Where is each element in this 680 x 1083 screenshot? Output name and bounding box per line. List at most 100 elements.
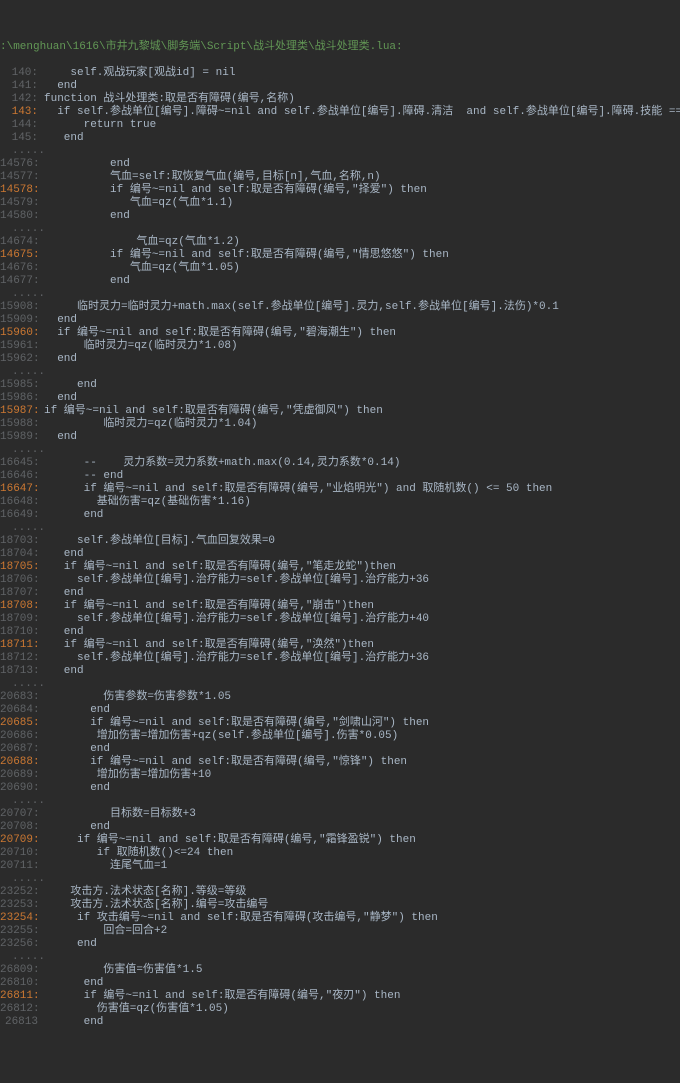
line-number: 15988: <box>0 418 44 431</box>
line-number: 16647: <box>0 483 44 496</box>
line-text: end <box>44 587 84 599</box>
line-number: 20709: <box>0 834 44 847</box>
code-line: 15985: end <box>0 379 680 392</box>
code-line: 18703: self.参战单位[目标].气血回复效果=0 <box>0 535 680 548</box>
line-number: 15989: <box>0 431 44 444</box>
line-number: 14578: <box>0 184 44 197</box>
line-number: 20686: <box>0 730 44 743</box>
line-text: 气血=qz(气血*1.2) <box>44 236 240 248</box>
line-number: 141: <box>0 80 44 93</box>
code-line: 26809: 伤害值=伤害值*1.5 <box>0 964 680 977</box>
line-text: if 攻击编号~=nil and self:取是否有障碍(攻击编号,"静梦") … <box>44 912 438 924</box>
line-number: 14677: <box>0 275 44 288</box>
line-text: if 编号~=nil and self:取是否有障碍(编号,"崩击")then <box>44 600 374 612</box>
line-number: 20688: <box>0 756 44 769</box>
line-text: end <box>44 392 77 404</box>
line-number: 15960: <box>0 327 44 340</box>
code-line: 16646: -- end <box>0 470 680 483</box>
code-line: 15908: 临时灵力=临时灵力+math.max(self.参战单位[编号].… <box>0 301 680 314</box>
line-number: 15985: <box>0 379 44 392</box>
line-number: 23252: <box>0 886 44 899</box>
line-number: 143: <box>0 106 44 119</box>
code-line: 20689: 增加伤害=增加伤害+10 <box>0 769 680 782</box>
line-text: 临时灵力=临时灵力+math.max(self.参战单位[编号].灵力,self… <box>44 301 559 313</box>
code-line: 18706: self.参战单位[编号].治疗能力=self.参战单位[编号].… <box>0 574 680 587</box>
line-number: 14674: <box>0 236 44 249</box>
line-number: 23255: <box>0 925 44 938</box>
line-number: 15986: <box>0 392 44 405</box>
line-text: if 编号~=nil and self:取是否有障碍(编号,"碧海潮生") th… <box>44 327 396 339</box>
line-text: if 编号~=nil and self:取是否有障碍(编号,"业焰明光") an… <box>44 483 552 495</box>
fold-marker: ..... <box>0 795 680 808</box>
code-line: 144: return true <box>0 119 680 132</box>
line-text: 连尾气血=1 <box>44 860 167 872</box>
code-line: 18712: self.参战单位[编号].治疗能力=self.参战单位[编号].… <box>0 652 680 665</box>
line-text: 增加伤害=增加伤害+qz(self.参战单位[编号].伤害*0.05) <box>44 730 398 742</box>
code-line: 20709: if 编号~=nil and self:取是否有障碍(编号,"霜锋… <box>0 834 680 847</box>
line-text: end <box>44 782 110 794</box>
line-text: end <box>44 158 130 170</box>
line-number: 16646: <box>0 470 44 483</box>
code-line: 141: end <box>0 80 680 93</box>
line-number: 14576: <box>0 158 44 171</box>
code-line: 23256: end <box>0 938 680 951</box>
line-text: 伤害值=qz(伤害值*1.05) <box>44 1003 229 1015</box>
code-line: 15989: end <box>0 431 680 444</box>
line-number: 20689: <box>0 769 44 782</box>
line-number: 18712: <box>0 652 44 665</box>
fold-marker: ..... <box>0 145 680 158</box>
code-line: 14578: if 编号~=nil and self:取是否有障碍(编号,"择爱… <box>0 184 680 197</box>
line-text: if 编号~=nil and self:取是否有障碍(编号,"凭虚御风") th… <box>44 405 383 417</box>
line-text: end <box>44 379 97 391</box>
line-number: 18705: <box>0 561 44 574</box>
line-text: 临时灵力=qz(临时灵力*1.04) <box>44 418 257 430</box>
line-text: 攻击方.法术状态[名称].编号=攻击编号 <box>44 899 268 911</box>
line-text: end <box>44 977 103 989</box>
line-text: end <box>44 210 130 222</box>
code-line: 14676: 气血=qz(气血*1.05) <box>0 262 680 275</box>
line-number: 20685: <box>0 717 44 730</box>
code-line: 15987:if 编号~=nil and self:取是否有障碍(编号,"凭虚御… <box>0 405 680 418</box>
code-line: 20687: end <box>0 743 680 756</box>
code-area: 140: self.观战玩家[观战id] = nil141: end142:fu… <box>0 67 680 1029</box>
code-line: 20707: 目标数=目标数+3 <box>0 808 680 821</box>
code-line: 18704: end <box>0 548 680 561</box>
line-text: self.参战单位[编号].治疗能力=self.参战单位[编号].治疗能力+36 <box>44 652 429 664</box>
line-text: if 编号~=nil and self:取是否有障碍(编号,"涣然")then <box>44 639 374 651</box>
line-number: 18713: <box>0 665 44 678</box>
line-number: 23253: <box>0 899 44 912</box>
line-text: 基础伤害=qz(基础伤害*1.16) <box>44 496 251 508</box>
line-text: end <box>44 314 77 326</box>
code-line: 26810: end <box>0 977 680 990</box>
line-number: 26813 <box>0 1016 44 1029</box>
code-line: 14576: end <box>0 158 680 171</box>
line-text: 目标数=目标数+3 <box>44 808 196 820</box>
line-number: 14676: <box>0 262 44 275</box>
line-number: 14675: <box>0 249 44 262</box>
code-line: 18710: end <box>0 626 680 639</box>
code-line: 15909: end <box>0 314 680 327</box>
line-text: end <box>44 275 130 287</box>
line-number: 142: <box>0 93 44 106</box>
line-text: 气血=self:取恢复气血(编号,目标[n],气血,名称,n) <box>44 171 381 183</box>
fold-marker: ..... <box>0 444 680 457</box>
line-text: function 战斗处理类:取是否有障碍(编号,名称) <box>44 93 295 105</box>
line-text: 气血=qz(气血*1.1) <box>44 197 233 209</box>
line-text: self.参战单位[目标].气血回复效果=0 <box>44 535 275 547</box>
line-text: 回合=回合+2 <box>44 925 167 937</box>
line-text: end <box>44 431 77 443</box>
code-line: 20683: 伤害参数=伤害参数*1.05 <box>0 691 680 704</box>
fold-marker: ..... <box>0 873 680 886</box>
line-text: return true <box>44 119 156 131</box>
line-number: 26809: <box>0 964 44 977</box>
line-text: end <box>44 80 77 92</box>
line-number: 20710: <box>0 847 44 860</box>
line-text: end <box>44 1016 103 1028</box>
code-line: 14677: end <box>0 275 680 288</box>
line-text: self.参战单位[编号].治疗能力=self.参战单位[编号].治疗能力+36 <box>44 574 429 586</box>
code-line: 18709: self.参战单位[编号].治疗能力=self.参战单位[编号].… <box>0 613 680 626</box>
line-number: 16648: <box>0 496 44 509</box>
code-line: 15961: 临时灵力=qz(临时灵力*1.08) <box>0 340 680 353</box>
line-text: -- end <box>44 470 123 482</box>
line-text: end <box>44 548 84 560</box>
